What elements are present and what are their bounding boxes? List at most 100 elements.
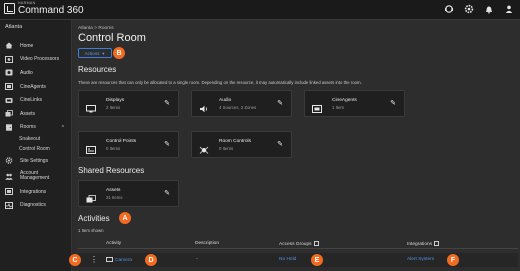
card-title: Assets (106, 188, 121, 193)
control-point-icon (86, 141, 96, 154)
column-header-integrations[interactable]: Integrations (407, 241, 440, 247)
card-subtitle: 21 Items (106, 195, 123, 200)
callout-d: D (145, 254, 157, 266)
home-icon (5, 42, 13, 49)
sidebar-nav: Home Video Processors Audio CineAgents C… (0, 39, 72, 212)
callout-a: A (119, 212, 131, 224)
sidebar-item-video-processors[interactable]: Video Processors (0, 53, 72, 67)
room-controls-icon (199, 141, 209, 154)
card-title: CineAgents (332, 98, 357, 103)
gear-icon[interactable] (464, 4, 474, 14)
sidebar-item-label: CineLinks (20, 97, 42, 104)
resource-card-displays[interactable]: Displays 2 Items ✎ (78, 90, 179, 117)
sidebar-subitem-control-room[interactable]: Control Room (0, 144, 72, 154)
activity-cell[interactable]: Camera (106, 257, 132, 263)
resource-card-cineagents[interactable]: CineAgents 1 Item ✎ (304, 90, 405, 117)
actions-button-label: Actions (84, 50, 100, 56)
sidebar-item-label: Audio (20, 69, 33, 76)
logo-mark-icon (4, 3, 15, 15)
actions-button[interactable]: Actions ▼ (78, 48, 112, 58)
sidebar-item-diagnostics[interactable]: Diagnostics (0, 198, 72, 212)
bell-icon[interactable] (484, 4, 494, 14)
card-subtitle: 0 Items (219, 146, 234, 151)
sidebar-item-label: Video Processors (20, 56, 60, 63)
card-subtitle: 4 Sources, 2 Zones (219, 105, 257, 110)
speaker-icon (199, 100, 209, 113)
card-subtitle: 0 Items (106, 146, 121, 151)
sidebar-subitem-label: Control Room (19, 146, 50, 153)
rooms-icon (5, 124, 13, 131)
access-groups-label: Access Groups (279, 242, 312, 247)
external-link-icon[interactable] (434, 241, 440, 246)
camera-icon (106, 257, 113, 262)
callout-e: E (311, 254, 323, 266)
card-title: Control Points (106, 139, 137, 144)
resource-card-control-points[interactable]: Control Points 0 Items ✎ (78, 131, 179, 158)
chevron-up-icon[interactable]: ^ (62, 125, 64, 131)
resource-card-assets[interactable]: Assets 21 Items ✎ (78, 180, 179, 207)
sidebar-item-rooms[interactable]: Rooms ^ (0, 121, 72, 135)
sidebar-item-label: Assets (20, 110, 36, 117)
column-header-description[interactable]: Description (195, 241, 219, 246)
cineagent-icon (312, 100, 322, 113)
integrations-label: Integrations (407, 242, 433, 247)
app-logo[interactable]: HARMAN Command 360 (4, 1, 84, 16)
user-icon[interactable] (504, 4, 514, 14)
edit-pencil-icon[interactable]: ✎ (276, 100, 284, 108)
sidebar-item-cineagents[interactable]: CineAgents (0, 80, 72, 94)
sidebar-item-assets[interactable]: Assets (0, 107, 72, 121)
callout-f: F (447, 254, 459, 266)
sidebar-item-label: Integrations (20, 188, 47, 195)
edit-pencil-icon[interactable]: ✎ (389, 100, 397, 108)
integration-link[interactable]: Alert System (407, 257, 434, 262)
sidebar: Atlanta Home Video Processors Audio Cine… (0, 20, 72, 271)
callout-c: C (69, 254, 81, 266)
external-link-icon[interactable] (313, 241, 319, 246)
access-group-link[interactable]: No Hold (279, 257, 296, 262)
diagnostics-icon (5, 201, 13, 209)
chevron-down-icon: ▼ (101, 50, 106, 56)
sidebar-item-site-settings[interactable]: Site Settings (0, 154, 72, 168)
edit-pencil-icon[interactable]: ✎ (276, 141, 284, 149)
card-title: Displays (106, 98, 125, 103)
breadcrumb[interactable]: Atlanta > Rooms (78, 26, 114, 31)
page-title: Control Room (78, 32, 146, 44)
shared-resources-title: Shared Resources (78, 166, 145, 175)
support-icon[interactable] (444, 4, 454, 14)
sidebar-subitem-snakeout[interactable]: Snakeout (0, 134, 72, 144)
assets-icon (86, 190, 96, 203)
activities-table-header: Activity Description Access Groups Integ… (78, 239, 518, 249)
display-icon (86, 100, 96, 113)
audio-icon (5, 69, 13, 76)
gear-icon (5, 157, 13, 165)
sidebar-item-integrations[interactable]: Integrations (0, 185, 72, 199)
card-subtitle: 2 Items (106, 105, 121, 110)
resource-card-room-controls[interactable]: Room Controls 0 Items ✎ (191, 131, 292, 158)
cinelink-icon (5, 97, 13, 104)
column-header-access-groups[interactable]: Access Groups (279, 241, 319, 247)
sidebar-item-cinelinks[interactable]: CineLinks (0, 93, 72, 107)
edit-pencil-icon[interactable]: ✎ (163, 190, 171, 198)
column-header-activity[interactable]: Activity (106, 241, 121, 246)
integrations-icon (5, 188, 13, 196)
main-content: Atlanta > Rooms Control Room Actions ▼ B… (69, 20, 520, 271)
activities-title: Activities (78, 214, 110, 223)
edit-pencil-icon[interactable]: ✎ (163, 100, 171, 108)
resource-card-audio[interactable]: Audio 4 Sources, 2 Zones ✎ (191, 90, 292, 117)
assets-icon (5, 110, 13, 117)
sidebar-item-label: Rooms (20, 124, 36, 131)
card-title: Room Controls (219, 139, 251, 144)
brand-name: Command 360 (18, 4, 84, 16)
sidebar-item-label: CineAgents (20, 83, 46, 90)
activity-link[interactable]: Camera (115, 258, 132, 263)
sidebar-subitem-label: Snakeout (19, 136, 41, 143)
items-shown-count: 1 Item shown (78, 228, 104, 233)
sidebar-item-audio[interactable]: Audio (0, 66, 72, 80)
sidebar-item-home[interactable]: Home (0, 39, 72, 53)
site-name: Atlanta (5, 24, 23, 30)
edit-pencil-icon[interactable]: ✎ (163, 141, 171, 149)
cineagent-icon (5, 83, 13, 91)
sidebar-item-account-management[interactable]: Account Management (0, 168, 72, 185)
row-menu-icon[interactable]: ⋮ (90, 255, 98, 264)
top-bar: HARMAN Command 360 (0, 0, 520, 20)
